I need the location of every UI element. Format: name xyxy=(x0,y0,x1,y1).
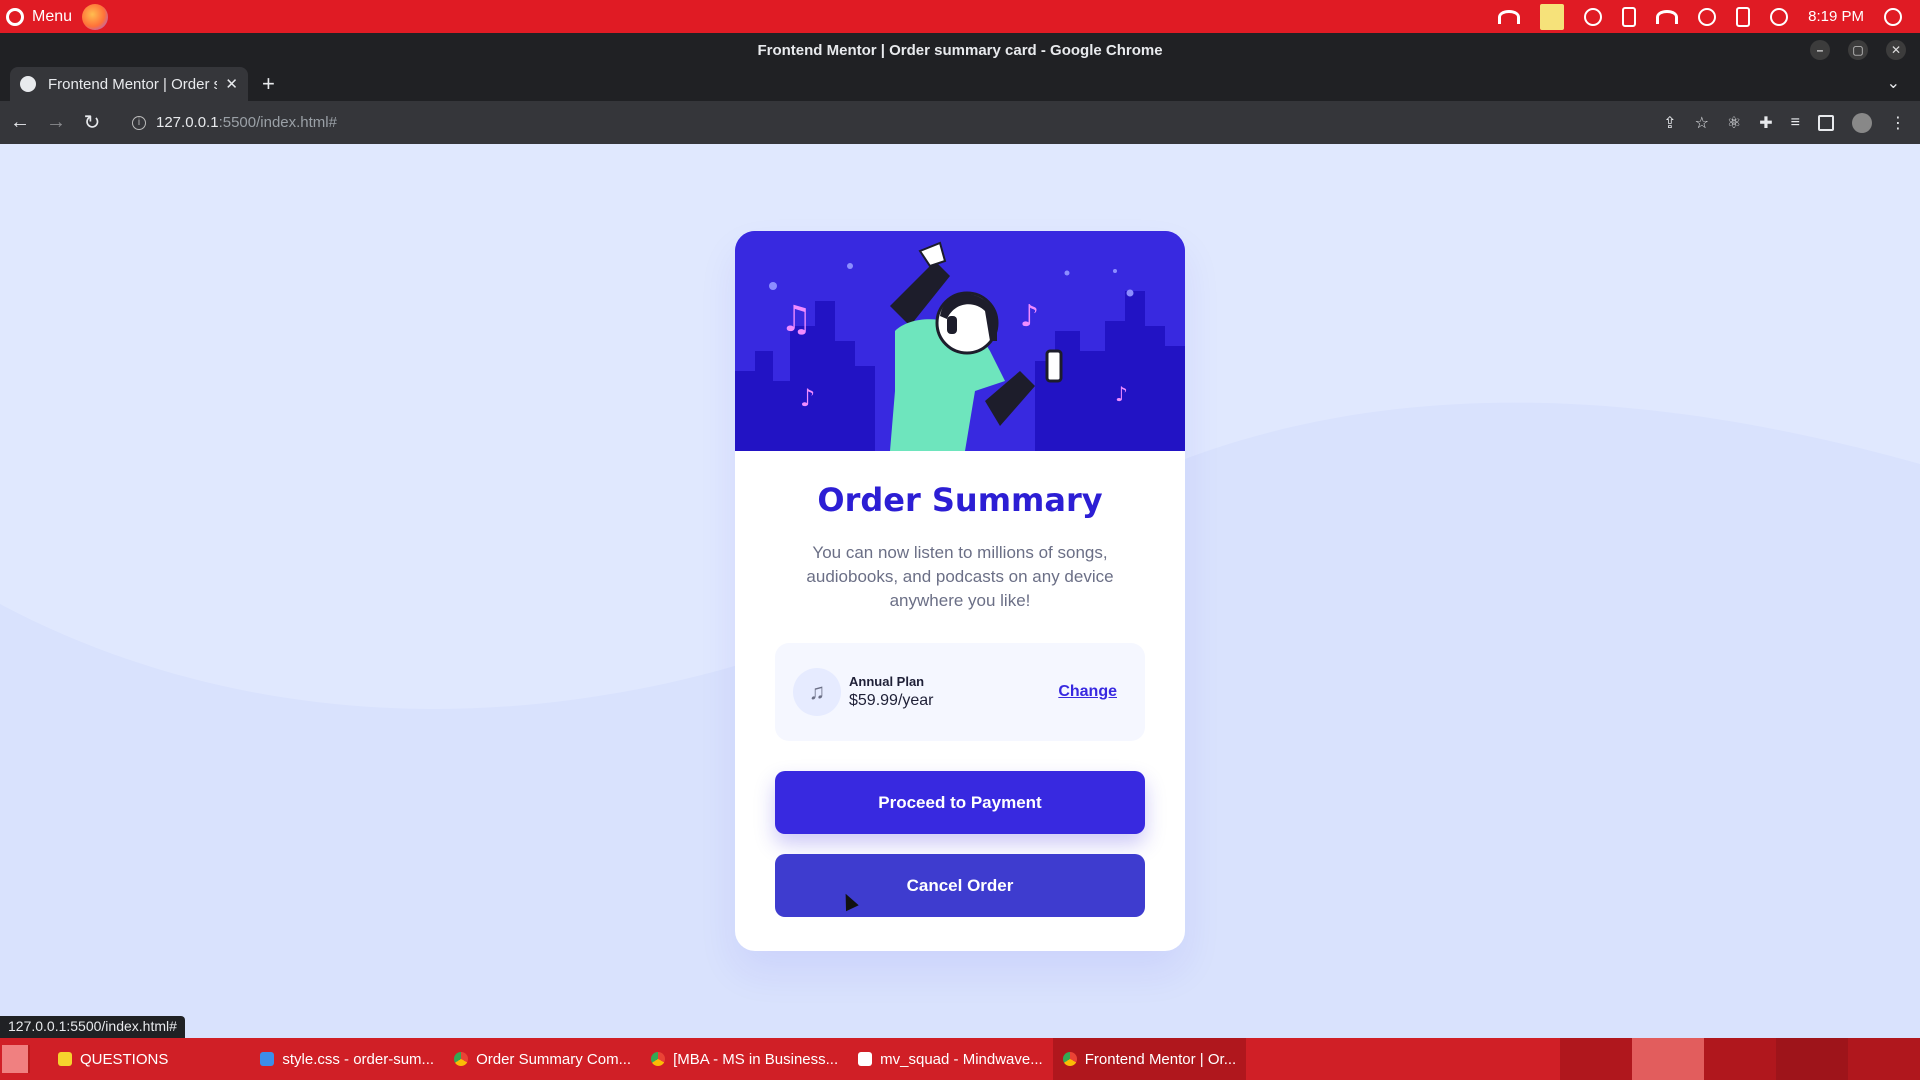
proceed-to-payment-button[interactable]: Proceed to Payment xyxy=(775,771,1145,834)
chrome-icon xyxy=(1062,1052,1077,1066)
slack-icon[interactable] xyxy=(1584,7,1603,26)
bookmark-star-icon[interactable]: ☆ xyxy=(1695,113,1709,133)
plan-price: $59.99/year xyxy=(849,692,934,709)
share-icon[interactable]: ⇪ xyxy=(1663,113,1676,133)
taskbar-item-label: style.css - order-sum... xyxy=(282,1050,435,1068)
reload-button[interactable]: ↻ xyxy=(76,110,108,135)
show-desktop-button[interactable] xyxy=(2,1045,30,1073)
taskbar-item-frontend-mentor[interactable]: Frontend Mentor | Or... xyxy=(1052,1038,1247,1080)
vscode-icon xyxy=(260,1052,275,1066)
order-summary-card: ♫ ♪ ♪ ♪ Order Summary You can now listen… xyxy=(735,231,1185,951)
status-bar-url: 127.0.0.1:5500/index.html# xyxy=(0,1016,185,1038)
os-menu-label: Menu xyxy=(32,7,73,25)
page-title: Order Summary xyxy=(817,481,1103,519)
extension-react-icon[interactable]: ⚛ xyxy=(1727,113,1741,133)
page-viewport: ♫ ♪ ♪ ♪ Order Summary You can now listen… xyxy=(0,144,1920,1038)
side-panel-icon[interactable] xyxy=(1818,114,1834,131)
workspace-switcher-2[interactable] xyxy=(1776,1038,1848,1080)
url-path: :5500/index.html# xyxy=(218,114,337,131)
music-note-icon: ♫ xyxy=(793,668,841,716)
firefox-icon[interactable] xyxy=(82,3,109,30)
svg-text:♪: ♪ xyxy=(1020,299,1039,334)
globe-icon xyxy=(20,76,36,92)
chrome-icon xyxy=(454,1052,469,1066)
chrome-menu-icon[interactable]: ⋮ xyxy=(1890,113,1906,133)
plan-name: Annual Plan xyxy=(849,674,925,689)
svg-text:♪: ♪ xyxy=(1115,382,1128,406)
network-icon[interactable] xyxy=(1498,9,1521,24)
document-icon xyxy=(858,1052,873,1066)
bluetooth-icon[interactable] xyxy=(1622,6,1637,27)
chrome-launcher-icon[interactable] xyxy=(1632,1038,1704,1080)
taskbar-item-order-summary[interactable]: Order Summary Com... xyxy=(444,1038,641,1080)
taskbar-item-questions[interactable]: QUESTIONS xyxy=(48,1038,178,1080)
hero-illustration: ♫ ♪ ♪ ♪ xyxy=(735,231,1185,451)
taskbar-item-label: QUESTIONS xyxy=(80,1050,169,1068)
cancel-order-button[interactable]: Cancel Order xyxy=(775,854,1145,917)
site-info-icon[interactable]: i xyxy=(132,115,146,130)
ubuntu-logo-icon xyxy=(6,7,24,26)
power-icon[interactable] xyxy=(1884,7,1902,26)
forward-button[interactable]: → xyxy=(40,111,72,134)
taskbar-item-label: Frontend Mentor | Or... xyxy=(1084,1050,1237,1068)
workspace-switcher[interactable] xyxy=(1704,1038,1776,1080)
system-tray: 8:19 PM xyxy=(1498,3,1920,30)
os-menu-button[interactable]: Menu xyxy=(0,7,73,26)
taskbar-item-mv-squad[interactable]: mv_squad - Mindwave... xyxy=(848,1038,1053,1080)
back-button[interactable]: ← xyxy=(4,111,36,134)
media-queue-icon[interactable]: ≡ xyxy=(1791,114,1800,132)
description-text: You can now listen to millions of songs,… xyxy=(806,543,1114,610)
workspace-switcher-3[interactable] xyxy=(1848,1038,1920,1080)
dancing-person-illustration: ♫ ♪ ♪ ♪ xyxy=(735,231,1185,451)
wifi-icon[interactable] xyxy=(1656,9,1679,24)
close-tab-icon[interactable]: ✕ xyxy=(225,75,238,93)
window-title: Frontend Mentor | Order summary card - G… xyxy=(757,41,1163,59)
tab-strip: Frontend Mentor | Order summary card ✕ +… xyxy=(0,67,1920,101)
tab-frontend-mentor[interactable]: Frontend Mentor | Order summary card ✕ xyxy=(10,67,248,101)
browser-toolbar: ← → ↻ i 127.0.0.1:5500/index.html# ⇪ ☆ ⚛… xyxy=(0,101,1920,144)
url-host: 127.0.0.1 xyxy=(156,114,219,131)
tab-search-chevron-icon[interactable]: ⌄ xyxy=(1887,73,1900,93)
extensions-puzzle-icon[interactable]: ✚ xyxy=(1759,113,1772,133)
taskbar-item-label: mv_squad - Mindwave... xyxy=(880,1050,1043,1068)
close-window-button[interactable]: ✕ xyxy=(1886,40,1906,60)
clock[interactable]: 8:19 PM xyxy=(1808,8,1864,25)
address-bar[interactable]: i 127.0.0.1:5500/index.html# xyxy=(132,114,337,131)
sticky-notes-icon xyxy=(58,1052,72,1066)
tab-title: Frontend Mentor | Order summary card xyxy=(48,75,218,93)
svg-text:♫: ♫ xyxy=(780,299,812,340)
taskbar-item-vscode[interactable]: style.css - order-sum... xyxy=(250,1038,444,1080)
svg-text:♪: ♪ xyxy=(800,384,815,412)
change-plan-link[interactable]: Change xyxy=(1058,683,1117,701)
maximize-button[interactable]: ▢ xyxy=(1848,40,1868,60)
taskbar-item-mba[interactable]: [MBA - MS in Business... xyxy=(641,1038,848,1080)
minimize-button[interactable]: – xyxy=(1810,40,1830,60)
window-titlebar: Frontend Mentor | Order summary card - G… xyxy=(0,33,1920,67)
trash-icon[interactable] xyxy=(1560,1038,1632,1080)
plan-box: ♫ Annual Plan $59.99/year Change xyxy=(775,643,1145,741)
profile-avatar[interactable] xyxy=(1852,112,1872,133)
volume-icon[interactable] xyxy=(1770,7,1789,26)
os-top-panel: Menu 8:19 PM xyxy=(0,0,1920,33)
taskbar-item-label: Order Summary Com... xyxy=(476,1050,632,1068)
battery-icon[interactable] xyxy=(1736,6,1751,27)
sticky-notes-icon[interactable] xyxy=(1540,3,1565,30)
taskbar-item-label: [MBA - MS in Business... xyxy=(673,1050,839,1068)
new-tab-button[interactable]: + xyxy=(262,71,275,97)
os-taskbar: QUESTIONS style.css - order-sum... Order… xyxy=(0,1038,1920,1080)
chrome-icon xyxy=(651,1052,666,1066)
notification-bell-icon[interactable] xyxy=(1698,7,1717,26)
